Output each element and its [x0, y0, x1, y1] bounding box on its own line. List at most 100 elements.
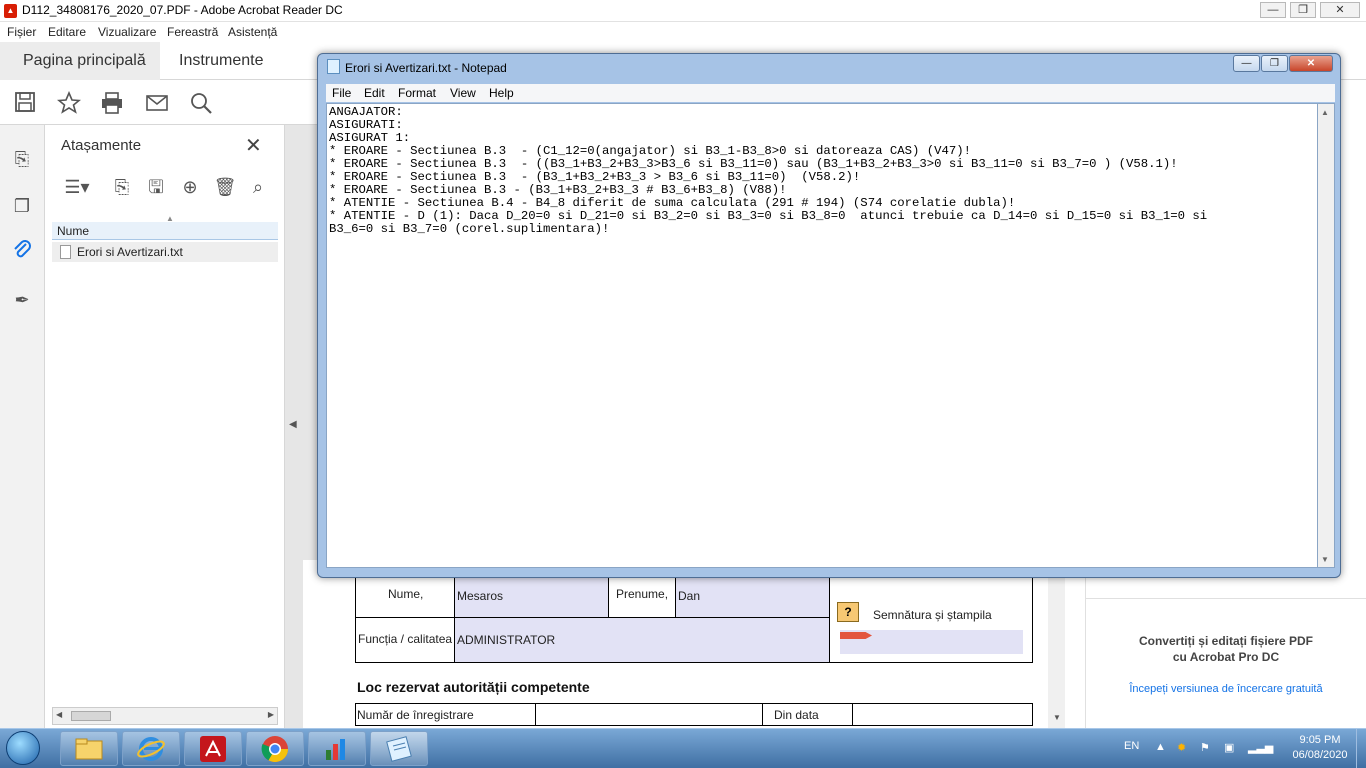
delete-icon[interactable]: 🗑	[213, 175, 237, 199]
chrome-icon[interactable]	[246, 731, 304, 766]
notepad-icon[interactable]	[370, 731, 428, 766]
column-header-name[interactable]: Nume	[52, 222, 278, 240]
search-attachment-icon[interactable]: ⌕	[246, 175, 270, 199]
prenume-value: Dan	[678, 589, 701, 603]
notepad-menu-edit[interactable]: Edit	[364, 86, 385, 100]
start-button[interactable]	[6, 731, 40, 765]
print-icon[interactable]	[100, 91, 124, 115]
menu-fereastra[interactable]: Fereastră	[167, 25, 218, 39]
notepad-menu-file[interactable]: File	[332, 86, 351, 100]
scroll-left-icon[interactable]: ◀	[56, 710, 62, 719]
functia-label: Funcția / calitatea	[358, 632, 453, 646]
signature-field[interactable]	[840, 630, 1023, 654]
acrobat-icon[interactable]	[184, 731, 242, 766]
tab-tools[interactable]: Instrumente	[179, 52, 263, 70]
notepad-menu-format[interactable]: Format	[398, 86, 436, 100]
paperclip-icon[interactable]	[9, 238, 35, 264]
notepad-restore-button[interactable]: ❐	[1261, 55, 1288, 72]
monitor-icon[interactable]: ▣	[1224, 741, 1234, 754]
text-file-icon	[60, 245, 71, 259]
avast-icon[interactable]: ✹	[1177, 741, 1186, 754]
attachments-header: Atașamente	[61, 137, 142, 154]
notepad-title: Erori si Avertizari.txt - Notepad	[345, 61, 507, 75]
attachment-file-name: Erori si Avertizari.txt	[77, 245, 183, 259]
din-data-value-cell[interactable]	[852, 703, 1033, 726]
add-attachment-icon[interactable]: ⊕	[178, 175, 202, 199]
collapse-panel-icon[interactable]: ◀	[289, 419, 297, 430]
star-icon[interactable]	[56, 90, 82, 115]
scroll-down-icon[interactable]: ▼	[1053, 713, 1061, 722]
explorer-icon[interactable]	[60, 731, 118, 766]
sign-icon[interactable]: ✒	[9, 287, 35, 313]
semnatura-label: Semnătura și ștampila	[873, 608, 992, 622]
notepad-app-icon	[327, 59, 340, 74]
clock[interactable]: 9:05 PM 06/08/2020	[1280, 733, 1360, 763]
nume-label-cell: Nume,	[355, 574, 455, 618]
open-attachment-icon[interactable]: ⎘	[110, 175, 134, 199]
menu-editare[interactable]: Editare	[48, 25, 86, 39]
notepad-menu-view[interactable]: View	[450, 86, 476, 100]
promo-line1: Convertiți și editați fișiere PDF	[1138, 634, 1314, 648]
promo-divider	[1085, 598, 1366, 599]
functia-value-cell[interactable]: ADMINISTRATOR	[454, 617, 830, 663]
menu-asistenta[interactable]: Asistență	[228, 25, 277, 39]
notepad-menu-help[interactable]: Help	[489, 86, 514, 100]
column-header-label: Nume	[57, 224, 90, 238]
prenume-label: Prenume,	[616, 587, 669, 601]
menu-vizualizare[interactable]: Vizualizare	[98, 25, 156, 39]
notepad-scroll-up-icon[interactable]: ▲	[1321, 108, 1329, 117]
ie-icon[interactable]	[122, 731, 180, 766]
notepad-vertical-scrollbar[interactable]: ▲ ▼	[1318, 103, 1335, 568]
scroll-thumb[interactable]	[71, 711, 111, 721]
promo-line2: cu Acrobat Pro DC	[1172, 650, 1280, 664]
notepad-minimize-button[interactable]: —	[1233, 55, 1260, 72]
prenume-value-cell[interactable]: Dan	[675, 574, 830, 618]
tab-home[interactable]: Pagina principală	[0, 42, 160, 80]
promo-trial-link[interactable]: Începeți versiunea de încercare gratuită	[1100, 683, 1352, 695]
pages-icon[interactable]: ❐	[9, 193, 35, 219]
acrobat-title-bar: ▲ D112_34808176_2020_07.PDF - Adobe Acro…	[0, 0, 1366, 22]
menu-fisier[interactable]: Fișier	[7, 25, 36, 39]
search-icon[interactable]	[189, 91, 213, 115]
prenume-label-cell: Prenume,	[608, 574, 676, 618]
nume-value-cell[interactable]: Mesaros	[454, 574, 609, 618]
show-desktop-button[interactable]	[1356, 729, 1366, 768]
save-icon[interactable]	[13, 91, 37, 115]
din-data-label: Din data	[774, 708, 819, 722]
scroll-right-icon[interactable]: ▶	[268, 710, 274, 719]
attachments-panel: Atașamente ✕	[45, 125, 285, 728]
pages-export-icon[interactable]: ⎘	[9, 146, 35, 172]
sign-here-tag-icon	[840, 632, 872, 639]
nume-value: Mesaros	[457, 589, 504, 603]
acrobat-close-button[interactable]: ✕	[1320, 2, 1360, 18]
save-attachment-icon[interactable]: 🖫	[144, 175, 168, 199]
attachments-horizontal-scrollbar[interactable]: ◀ ▶	[52, 707, 278, 725]
network-signal-icon[interactable]: ▂▃▅	[1248, 741, 1273, 754]
notepad-menu-bar: File Edit Format View Help	[326, 84, 1335, 102]
nr-inregistrare-value-cell[interactable]	[535, 703, 763, 726]
notepad-close-button[interactable]: ✕	[1289, 55, 1333, 72]
acrobat-menu-bar: Fișier Editare Vizualizare Fereastră Asi…	[0, 22, 1366, 42]
acrobat-restore-button[interactable]: ❐	[1290, 2, 1316, 18]
attachment-file-row[interactable]: Erori si Avertizari.txt	[52, 242, 278, 262]
show-hidden-icons-icon[interactable]: ▲	[1155, 741, 1166, 753]
flag-icon[interactable]: ⚑	[1200, 741, 1210, 754]
din-data-label-cell: Din data	[762, 703, 853, 726]
notepad-text-area[interactable]: ANGAJATOR: ASIGURATI: ASIGURAT 1: * EROA…	[326, 103, 1318, 568]
acrobat-app-icon: ▲	[4, 4, 17, 18]
language-indicator[interactable]: EN	[1124, 740, 1139, 752]
help-badge[interactable]: ?	[837, 602, 859, 622]
functia-label-cell: Funcția / calitatea	[355, 617, 455, 663]
tab-home-label: Pagina principală	[23, 52, 146, 69]
section-title: Loc rezervat autorității competente	[357, 679, 590, 695]
mail-icon[interactable]	[145, 91, 169, 115]
clock-time: 9:05 PM	[1299, 734, 1341, 746]
functia-value: ADMINISTRATOR	[457, 633, 556, 647]
spreadsheet-icon[interactable]	[308, 731, 366, 766]
nume-label: Nume,	[388, 587, 424, 601]
close-icon[interactable]: ✕	[245, 133, 262, 158]
clock-date: 06/08/2020	[1292, 749, 1348, 761]
notepad-scroll-down-icon[interactable]: ▼	[1321, 555, 1329, 564]
options-dropdown-icon[interactable]: ☰▾	[60, 175, 94, 199]
acrobat-minimize-button[interactable]: —	[1260, 2, 1286, 18]
